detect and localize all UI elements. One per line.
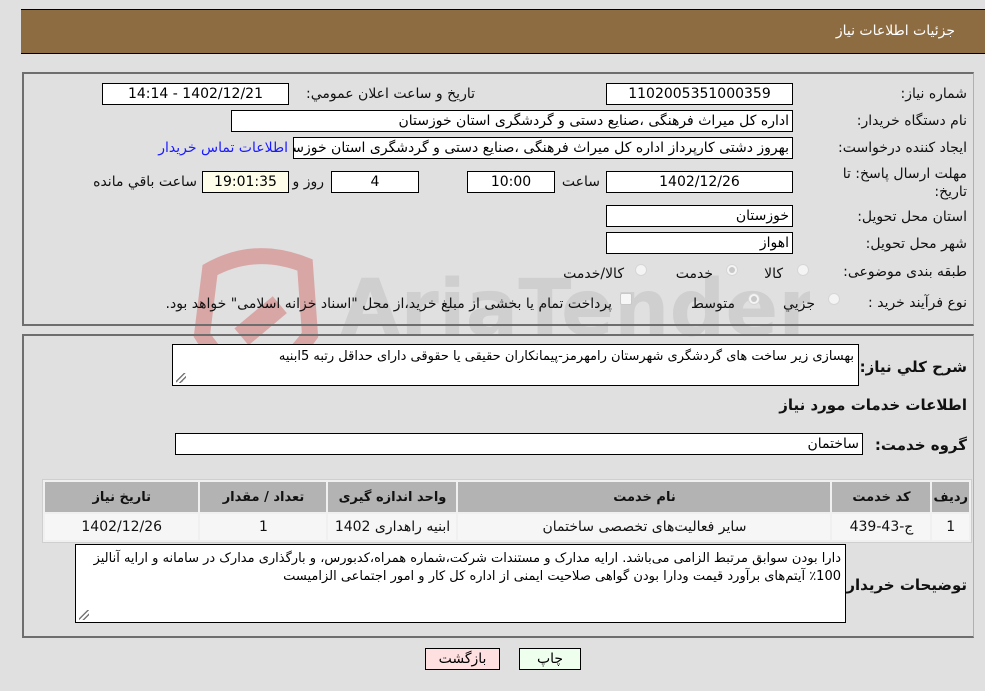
print-button[interactable]: چاپ <box>519 648 581 670</box>
announce-datetime-field: 1402/12/21 - 14:14 <box>102 83 289 105</box>
description-label: شرح کلي نیاز: <box>859 358 967 376</box>
cell-need-date: 1402/12/26 <box>45 514 199 540</box>
col-service-name: نام خدمت <box>458 482 831 512</box>
delivery-city-field: اهواز <box>606 232 793 254</box>
purchase-type-option-medium: متوسط <box>691 296 735 312</box>
col-need-date: تاریخ نیاز <box>45 482 199 512</box>
page-header: جزئیات اطلاعات نیاز <box>21 9 985 54</box>
purchase-type-label: نوع فرآیند خرید : <box>868 295 967 311</box>
description-text: بهسازی زیر ساخت های گردشگری شهرستان رامه… <box>278 349 854 364</box>
buyer-contact-link[interactable]: اطلاعات تماس خریدار <box>158 140 288 156</box>
buyer-notes-textarea[interactable]: دارا بودن سوابق مرتبط الزامی می‌باشد. ار… <box>75 544 846 623</box>
delivery-province-label: استان محل تحویل: <box>857 209 967 225</box>
buyer-org-label: نام دستگاه خریدار: <box>856 113 967 129</box>
need-number-label: شماره نیاز: <box>900 86 968 102</box>
col-unit: واحد اندازه گیری <box>328 482 457 512</box>
time-remaining-field: 19:01:35 <box>202 171 289 193</box>
resize-grip-icon[interactable] <box>176 373 186 383</box>
cell-unit: ابنیه راهداری 1402 <box>328 514 457 540</box>
buyer-notes-label: توضیحات خریدار: <box>840 576 967 594</box>
cell-service-name: سایر فعالیت‌های تخصصی ساختمان <box>458 514 831 540</box>
category-option-goods-service: کالا/خدمت <box>563 266 624 282</box>
deadline-time-label: ساعت <box>561 174 600 190</box>
category-radio-goods[interactable] <box>797 264 809 276</box>
category-radio-service[interactable] <box>726 264 738 276</box>
treasury-bonds-note: پرداخت تمام یا بخشی از مبلغ خرید،از محل … <box>165 296 612 312</box>
delivery-city-label: شهر محل تحویل: <box>865 236 967 252</box>
page-title: جزئیات اطلاعات نیاز <box>835 23 955 39</box>
delivery-province-field: خوزستان <box>606 205 793 227</box>
announce-datetime-label: تاریخ و ساعت اعلان عمومي: <box>306 86 475 102</box>
table-row: 1 ج-43-439 سایر فعالیت‌های تخصصی ساختمان… <box>45 514 969 540</box>
deadline-label: مهلت ارسال پاسخ: تا تاریخ: <box>842 166 967 200</box>
service-group-field: ساختمان <box>175 433 863 455</box>
cell-quantity: 1 <box>200 514 327 540</box>
col-row-number: ردیف <box>932 482 969 512</box>
services-section-title: اطلاعات خدمات مورد نیاز <box>779 396 967 414</box>
category-label: طبقه بندی موضوعی: <box>843 264 967 280</box>
treasury-bonds-checkbox[interactable] <box>620 293 632 305</box>
purchase-type-radio-medium[interactable] <box>748 293 760 305</box>
purchase-type-radio-minor[interactable] <box>828 293 840 305</box>
description-textarea[interactable]: بهسازی زیر ساخت های گردشگری شهرستان رامه… <box>172 344 859 386</box>
services-table: ردیف کد خدمت نام خدمت واحد اندازه گیری ت… <box>42 479 972 543</box>
col-quantity: تعداد / مقدار <box>200 482 327 512</box>
resize-grip-icon[interactable] <box>79 610 89 620</box>
requester-label: ایجاد کننده درخواست: <box>838 140 967 156</box>
deadline-time-field: 10:00 <box>467 171 555 193</box>
category-option-goods: کالا <box>764 266 783 282</box>
category-radio-goods-service[interactable] <box>635 264 647 276</box>
cell-service-code: ج-43-439 <box>832 514 931 540</box>
cell-row-number: 1 <box>932 514 969 540</box>
back-button[interactable]: بازگشت <box>425 648 500 670</box>
time-remaining-label: ساعت باقي مانده <box>93 174 197 190</box>
days-remaining-field: 4 <box>331 171 419 193</box>
services-table-header: ردیف کد خدمت نام خدمت واحد اندازه گیری ت… <box>45 482 969 512</box>
deadline-date-field: 1402/12/26 <box>606 171 793 193</box>
need-number-field: 1102005351000359 <box>606 83 793 105</box>
col-service-code: کد خدمت <box>832 482 931 512</box>
service-group-label: گروه خدمت: <box>874 436 967 454</box>
purchase-type-option-minor: جزيي <box>783 296 815 312</box>
category-option-service: خدمت <box>675 266 713 282</box>
requester-field: بهروز دشتی کارپرداز اداره کل میراث فرهنگ… <box>293 137 793 159</box>
days-label: روز و <box>292 174 325 190</box>
buyer-notes-text: دارا بودن سوابق مرتبط الزامی می‌باشد. ار… <box>93 551 841 584</box>
buyer-org-field: اداره کل میراث فرهنگی ،صنایع دستی و گردش… <box>231 110 793 132</box>
